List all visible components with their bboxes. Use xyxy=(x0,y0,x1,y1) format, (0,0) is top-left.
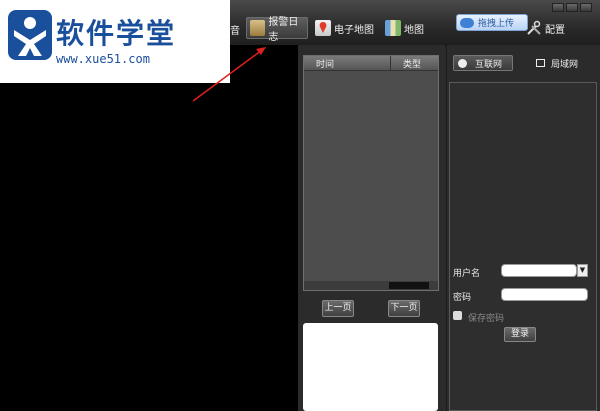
logo-url: www.xue51.com xyxy=(56,52,150,66)
electronic-map-label: 电子地图 xyxy=(334,24,374,36)
tab-lan[interactable]: 局域网 xyxy=(536,55,578,71)
remember-password-checkbox[interactable] xyxy=(453,311,462,320)
map-pin-icon xyxy=(315,20,331,36)
username-label: 用户名 xyxy=(453,269,481,279)
clipboard-icon xyxy=(250,20,266,36)
column-header-time: 时间 xyxy=(316,60,335,70)
password-field[interactable] xyxy=(501,288,588,301)
site-logo-banner: 软件学堂 www.xue51.com xyxy=(0,0,230,83)
alarm-log-button[interactable]: 报警日志 xyxy=(246,17,308,43)
username-field[interactable] xyxy=(501,264,577,277)
close-button[interactable] xyxy=(580,3,592,12)
video-area-top xyxy=(230,45,298,83)
log-table-header: 时间 类型 xyxy=(304,56,438,71)
log-detail-preview xyxy=(303,323,438,411)
alarm-log-table[interactable] xyxy=(303,55,439,291)
prev-page-button[interactable]: 上一页 xyxy=(322,300,354,317)
map-label: 地图 xyxy=(404,24,424,36)
column-divider xyxy=(390,56,391,70)
video-area[interactable] xyxy=(0,83,298,411)
tab-internet-label: 互联网 xyxy=(475,59,503,70)
network-icon xyxy=(536,59,545,67)
electronic-map-button[interactable]: 电子地图 xyxy=(315,17,374,39)
config-button[interactable]: 配置 xyxy=(526,17,565,39)
alarm-log-label: 报警日志 xyxy=(268,17,299,43)
toolbar-partial-label: 音 xyxy=(230,26,240,37)
folded-map-icon xyxy=(385,20,401,36)
scrollbar-thumb[interactable] xyxy=(389,282,429,289)
username-dropdown-button[interactable]: ▼ xyxy=(577,264,588,277)
logo-title: 软件学堂 xyxy=(56,17,177,50)
login-form-box xyxy=(449,82,597,411)
column-header-type: 类型 xyxy=(403,60,422,70)
globe-icon xyxy=(458,58,467,68)
password-label: 密码 xyxy=(453,293,472,303)
config-label: 配置 xyxy=(545,24,565,36)
minimize-button[interactable] xyxy=(552,3,564,12)
tab-internet[interactable]: 互联网 xyxy=(453,55,513,71)
logo-mark-icon xyxy=(8,10,52,60)
drag-upload-label: 拖拽上传 xyxy=(478,19,515,29)
cloud-icon xyxy=(460,17,474,28)
tab-lan-label: 局域网 xyxy=(551,59,579,70)
remember-password-label: 保存密码 xyxy=(468,314,505,324)
drag-upload-button[interactable]: 拖拽上传 xyxy=(456,14,528,31)
maximize-button[interactable] xyxy=(566,3,578,12)
login-button[interactable]: 登录 xyxy=(504,327,536,342)
next-page-button[interactable]: 下一页 xyxy=(388,300,420,317)
map-button[interactable]: 地图 xyxy=(385,17,424,39)
tools-icon xyxy=(526,20,542,36)
